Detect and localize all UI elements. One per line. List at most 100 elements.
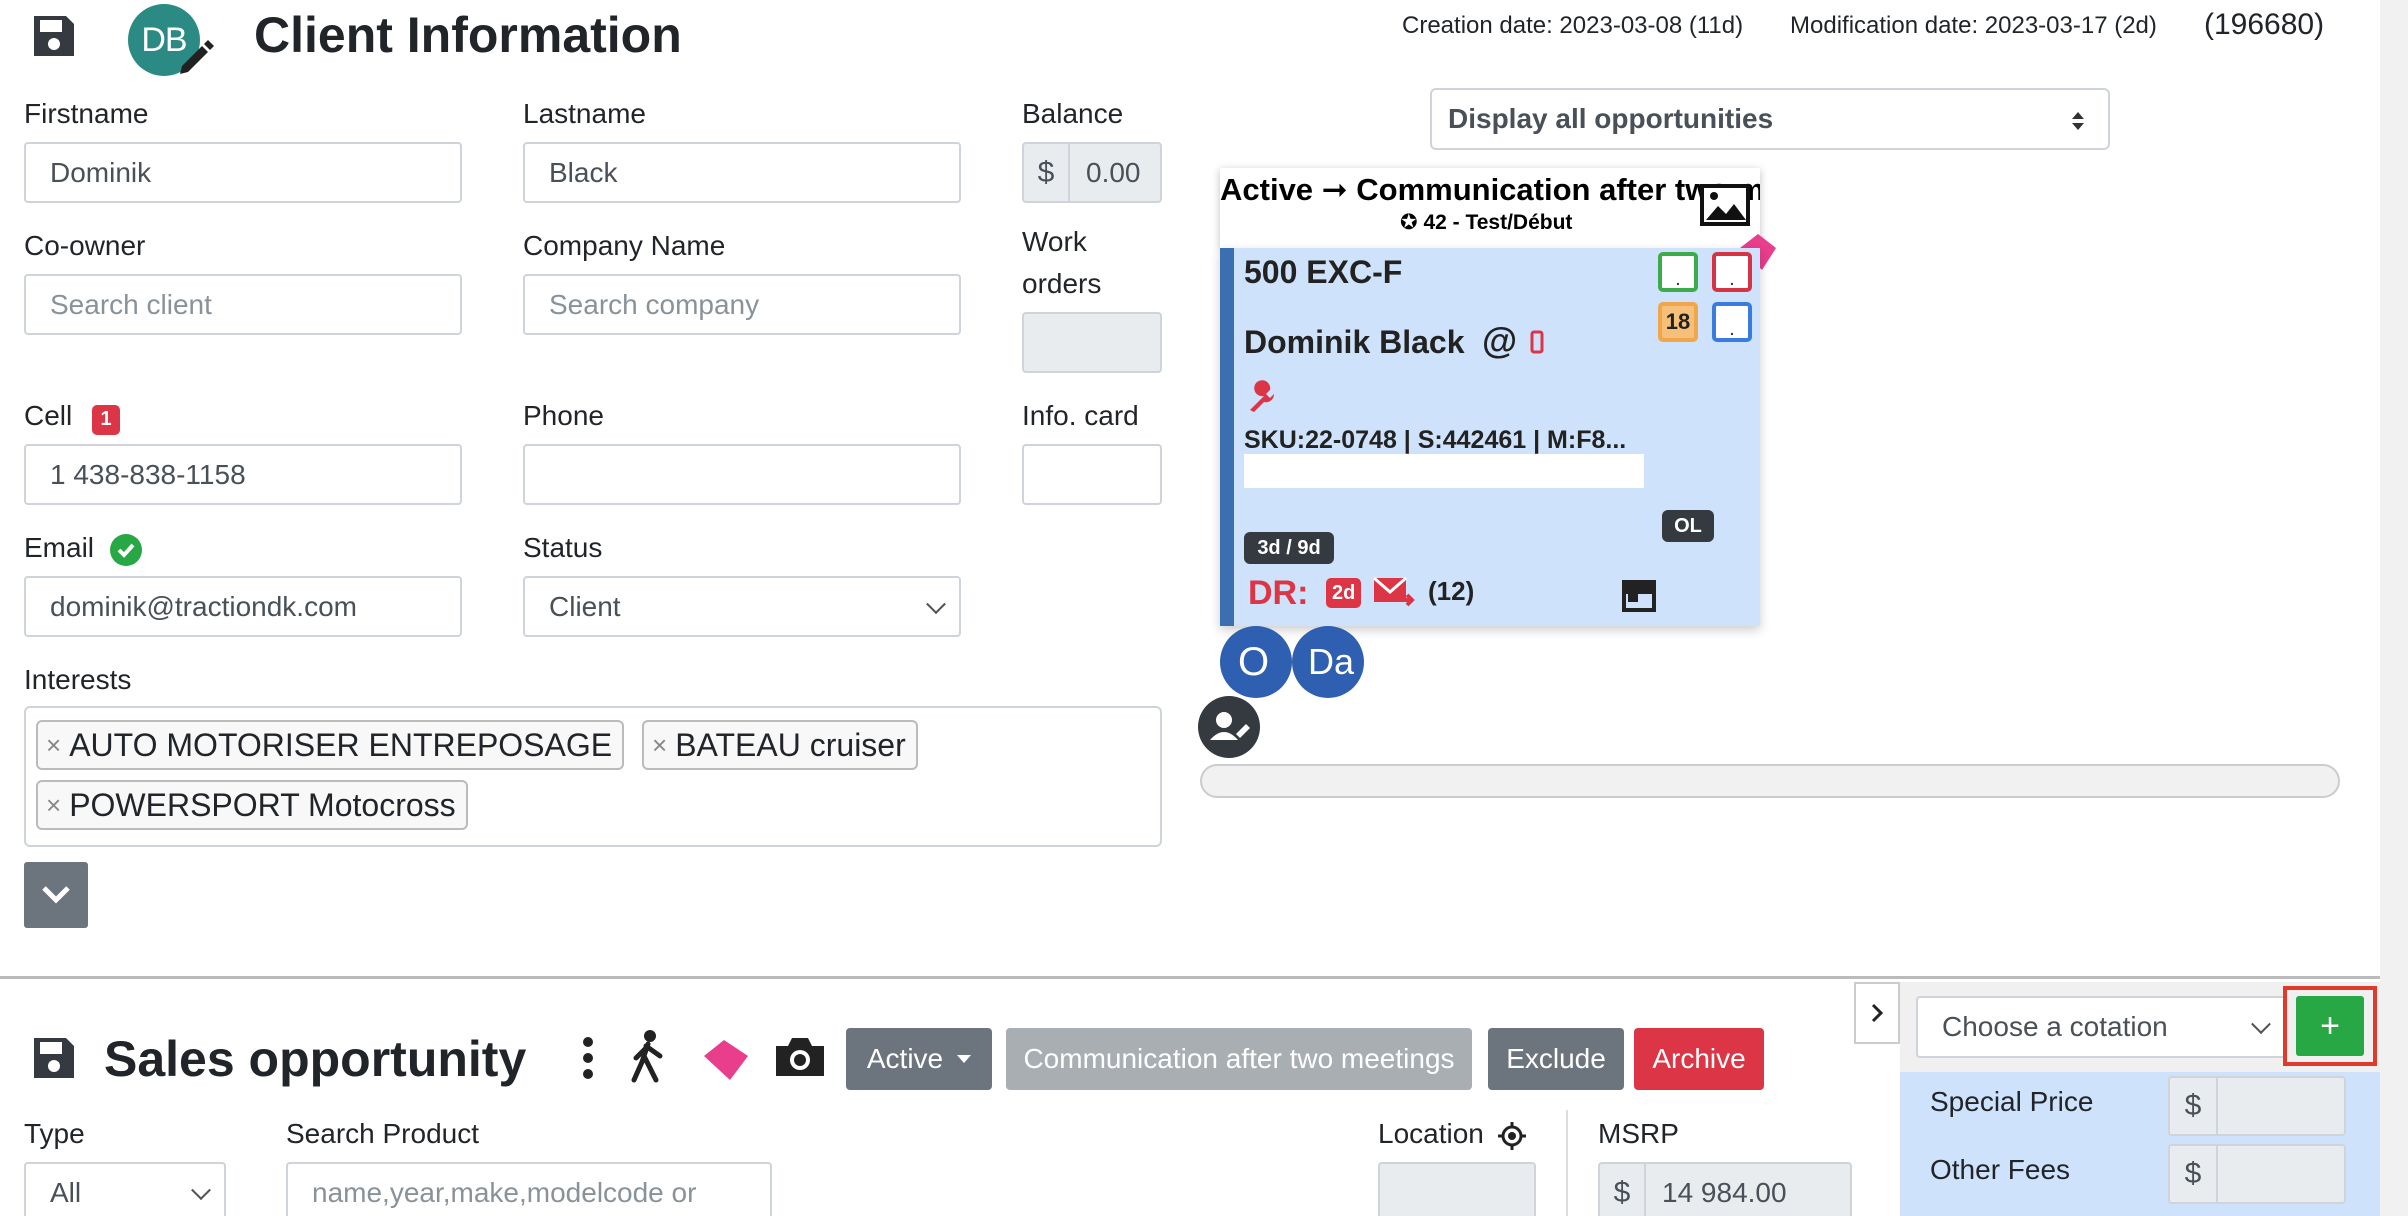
pencil-icon[interactable] <box>176 36 216 76</box>
coowner-input[interactable]: Search client <box>24 274 462 335</box>
sort-icon <box>2072 112 2084 130</box>
other-fees-input[interactable] <box>2216 1144 2346 1204</box>
calendar-icon-green[interactable]: . <box>1658 252 1698 292</box>
more-vertical-icon[interactable] <box>576 1034 600 1082</box>
currency-prefix: $ <box>1022 142 1068 203</box>
email-label: Email <box>24 532 142 566</box>
add-cotation-button[interactable]: + <box>2296 996 2364 1056</box>
card-client-name: Dominik Black <box>1244 324 1465 360</box>
image-icon[interactable] <box>1700 184 1750 226</box>
user-edit-button[interactable] <box>1198 696 1260 758</box>
opportunity-card-header[interactable]: Active ➞ Communication after two meeting… <box>1220 168 1760 248</box>
opportunity-card[interactable]: 500 EXC-F Dominik Black @ SKU:22-0748 | … <box>1220 248 1760 626</box>
other-fees-label: Other Fees <box>1930 1154 2071 1185</box>
location-field <box>1378 1162 1536 1216</box>
save-icon[interactable] <box>30 1034 78 1082</box>
save-icon[interactable] <box>30 12 78 60</box>
expand-button[interactable] <box>24 862 88 928</box>
user-bubble[interactable]: Da <box>1292 626 1364 698</box>
modification-date: Modification date: 2023-03-17 (2d) <box>1790 12 2157 39</box>
interest-tag[interactable]: × AUTO MOTORISER ENTREPOSAGE <box>36 720 625 770</box>
msrp-value: 14 984.00 <box>1644 1162 1852 1216</box>
firstname-field[interactable]: Dominik <box>24 142 462 203</box>
crosshair-icon[interactable] <box>1497 1121 1526 1150</box>
remove-icon[interactable]: × <box>46 790 61 821</box>
archive-button[interactable]: Archive <box>1634 1028 1764 1090</box>
calendar-icon-orange[interactable]: 18 <box>1658 302 1698 342</box>
chevron-down-icon <box>191 1179 211 1200</box>
other-fees-field[interactable]: $ <box>2168 1144 2346 1204</box>
msrp-label: MSRP <box>1598 1118 1679 1149</box>
page-title: Client Information <box>254 7 682 63</box>
check-circle-icon <box>109 533 142 566</box>
special-price-input[interactable] <box>2216 1076 2346 1136</box>
walking-icon[interactable] <box>626 1028 670 1084</box>
interest-tag[interactable]: × BATEAU cruiser <box>642 720 918 770</box>
scrollbar[interactable] <box>2380 0 2408 1216</box>
calendar-icon-red[interactable]: . <box>1712 252 1752 292</box>
exclude-button[interactable]: Exclude <box>1488 1028 1624 1090</box>
email-field[interactable]: dominik@tractiondk.com <box>24 576 462 637</box>
status-label: Status <box>523 532 603 563</box>
firstname-label: Firstname <box>24 98 149 129</box>
card-product: 500 EXC-F <box>1244 254 1403 290</box>
currency-prefix: $ <box>2168 1076 2216 1136</box>
calendar-icon-blue[interactable]: . <box>1712 302 1752 342</box>
balance-label: Balance <box>1022 98 1124 129</box>
collapse-panel-button[interactable] <box>1854 982 1900 1044</box>
work-orders-label: Work <box>1022 226 1087 257</box>
msrp-field: $ 14 984.00 <box>1598 1162 1852 1216</box>
store-icon[interactable] <box>1620 578 1658 612</box>
chevron-down-icon <box>2251 1014 2271 1035</box>
cotation-select[interactable]: Choose a cotation <box>1916 996 2286 1058</box>
mobile-icon[interactable] <box>1530 330 1544 354</box>
search-product-label: Search Product <box>286 1118 479 1149</box>
caret-down-icon <box>957 1055 972 1063</box>
currency-prefix: $ <box>2168 1144 2216 1204</box>
vertical-divider <box>1566 1110 1568 1216</box>
search-product-input[interactable]: name,year,make,modelcode or <box>286 1162 772 1216</box>
camera-icon[interactable] <box>772 1034 828 1080</box>
tag-icon[interactable] <box>700 1036 752 1084</box>
card-note-field <box>1244 454 1644 488</box>
user-bubble[interactable]: O <box>1220 626 1292 698</box>
status-select[interactable]: Client <box>523 576 961 637</box>
balance-field: $ 0.00 <box>1022 142 1162 203</box>
location-label: Location <box>1378 1118 1526 1150</box>
step-button[interactable]: Communication after two meetings <box>1006 1028 1472 1090</box>
lastname-field[interactable]: Black <box>523 142 961 203</box>
email-icon[interactable]: @ <box>1482 320 1517 362</box>
type-label: Type <box>24 1118 85 1149</box>
mail-forward-icon[interactable] <box>1372 574 1416 610</box>
info-card-label: Info. card <box>1022 400 1139 431</box>
type-select[interactable]: All <box>24 1162 226 1216</box>
dr-badge: 2d <box>1326 578 1362 608</box>
remove-icon[interactable]: × <box>652 730 667 761</box>
chevron-down-icon <box>42 886 70 904</box>
plus-circle-icon: ✪ <box>1400 211 1424 234</box>
chevron-right-icon <box>1871 1003 1884 1023</box>
status-dropdown-button[interactable]: Active <box>846 1028 992 1090</box>
special-price-label: Special Price <box>1930 1086 2094 1117</box>
cell-badge: 1 <box>92 404 121 435</box>
company-input[interactable]: Search company <box>523 274 961 335</box>
info-card-field[interactable] <box>1022 444 1162 505</box>
special-price-field[interactable]: $ <box>2168 1076 2346 1136</box>
progress-bar <box>1200 764 2340 798</box>
currency-prefix: $ <box>1598 1162 1644 1216</box>
remove-icon[interactable]: × <box>46 730 61 761</box>
card-title: Active ➞ Communication after two meeting… <box>1220 172 1760 207</box>
card-sku: SKU:22-0748 | S:442461 | M:F8... <box>1244 426 1627 454</box>
opportunity-filter-select[interactable]: Display all opportunities <box>1430 88 2110 150</box>
interest-tag[interactable]: × POWERSPORT Motocross <box>36 780 468 830</box>
phone-field[interactable] <box>523 444 961 505</box>
creation-date: Creation date: 2023-03-08 (11d) <box>1402 12 1744 39</box>
work-orders-field <box>1022 312 1162 373</box>
work-orders-label-2: orders <box>1022 268 1102 299</box>
section-divider <box>0 976 2380 979</box>
phone-label: Phone <box>523 400 604 431</box>
lastname-label: Lastname <box>523 98 646 129</box>
cell-field[interactable]: 1 438-838-1158 <box>24 444 462 505</box>
interests-field[interactable]: × AUTO MOTORISER ENTREPOSAGE × BATEAU crui… <box>24 706 1162 847</box>
mail-count: (12) <box>1428 576 1475 606</box>
